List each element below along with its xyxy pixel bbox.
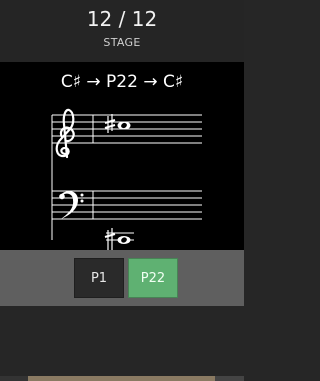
footer-area bbox=[0, 306, 244, 376]
answer-options-bar: P1 P22 bbox=[0, 250, 244, 306]
progress-bar bbox=[0, 376, 244, 381]
bass-whole-note bbox=[117, 236, 131, 244]
grand-staff bbox=[51, 108, 202, 250]
progress-bar-fill bbox=[0, 376, 215, 381]
treble-clef-icon bbox=[55, 108, 75, 159]
progress-bar-start-segment bbox=[0, 376, 28, 381]
header: 12 / 12 STAGE bbox=[0, 0, 244, 62]
stage-progress-count: 12 / 12 bbox=[86, 7, 158, 31]
bass-sharp-icon bbox=[104, 228, 116, 250]
stage-label: STAGE bbox=[103, 36, 141, 49]
answer-button-p1[interactable]: P1 bbox=[74, 258, 124, 298]
treble-whole-note bbox=[117, 121, 131, 130]
notation-panel: C♯ → P22 → C♯ bbox=[0, 62, 244, 250]
answer-button-p22[interactable]: P22 bbox=[128, 258, 178, 298]
treble-sharp-icon bbox=[104, 114, 116, 133]
